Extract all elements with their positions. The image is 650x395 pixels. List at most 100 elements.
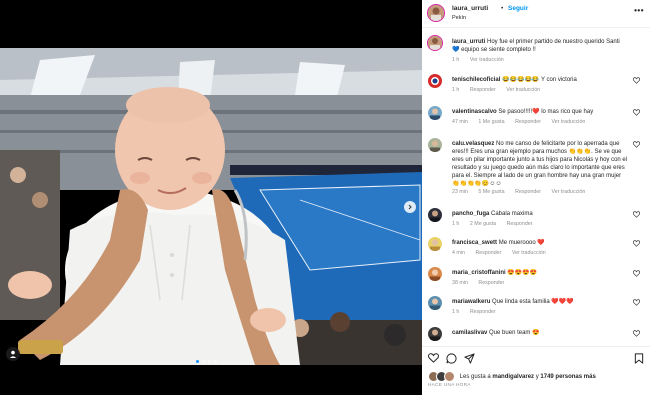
author-avatar[interactable]	[428, 36, 442, 50]
heart-icon[interactable]	[633, 109, 640, 116]
commenter-avatar[interactable]	[428, 208, 442, 222]
comment-meta: 1 h Responder	[452, 309, 505, 315]
reply-link[interactable]: Responder	[470, 309, 496, 315]
photo-scene	[0, 0, 422, 395]
see-translation-link[interactable]: Ver traducción	[552, 119, 586, 125]
comment-username[interactable]: camilaslivav	[452, 330, 487, 336]
carousel-next-button[interactable]	[404, 201, 416, 213]
comment-likes[interactable]: 1 Me gusta	[478, 119, 504, 125]
comment-time: 4 min	[452, 250, 465, 256]
comment-time: 38 min	[452, 280, 468, 286]
heart-icon[interactable]	[633, 141, 640, 148]
likes-others[interactable]: 1749 personas más	[540, 374, 595, 380]
carousel-dot	[208, 360, 211, 363]
heart-icon[interactable]	[633, 240, 640, 247]
comment-time: 1 h	[452, 87, 460, 93]
follow-button[interactable]: Seguir	[508, 5, 528, 12]
carousel-dot	[214, 360, 217, 363]
likes-conjunction: y	[535, 374, 539, 381]
reply-link[interactable]: Responder	[470, 87, 496, 93]
likes-prefix: Les gusta a	[459, 374, 491, 381]
commenter-avatar[interactable]	[428, 327, 442, 341]
caption-meta: 1 h Ver traducción	[452, 57, 513, 63]
likes-summary[interactable]: Les gusta a mandigalvarez y 1749 persona…	[428, 371, 596, 382]
separator-dot: •	[501, 5, 504, 12]
reply-link[interactable]: Responder	[475, 250, 501, 256]
caption-time: 1 h	[452, 57, 460, 63]
heart-icon[interactable]	[633, 330, 640, 337]
comment-body: Cabala maxima	[491, 211, 533, 217]
commenter-avatar[interactable]	[428, 106, 442, 120]
reply-link[interactable]: Responder	[515, 119, 541, 125]
comment-body: Se pasoo!!!!!❤️ lo mas rico que hay	[498, 109, 594, 115]
carousel-dot	[202, 360, 205, 363]
see-translation-link[interactable]: Ver traducción	[512, 250, 546, 256]
caption-username[interactable]: laura_urruti	[452, 39, 485, 45]
heart-icon[interactable]	[633, 211, 640, 218]
liker-username[interactable]: mandigalvarez	[492, 374, 534, 380]
comment-body: 😂😂😂😂😂 Y con victoria	[502, 77, 577, 83]
comment-body: 😍😍😍😍	[507, 270, 538, 276]
carousel-indicator	[196, 360, 217, 363]
see-translation-link[interactable]: Ver traducción	[506, 87, 540, 93]
commenter-avatar[interactable]	[428, 237, 442, 251]
comment-meta: 38 min Responder	[452, 280, 513, 286]
comment-body: Que linda esta familia ❤️❤️❤️	[492, 299, 574, 305]
comment-username[interactable]: maria_cristoffanini	[452, 270, 506, 276]
comment-username[interactable]: calu.velasquez	[452, 141, 494, 147]
comment-body: Que buen team 😍	[489, 330, 540, 336]
comment-time: 23 min	[452, 189, 468, 195]
heart-icon[interactable]	[428, 353, 439, 363]
comment-likes[interactable]: 2 Me gusta	[470, 221, 496, 227]
post-actions-bar	[422, 346, 650, 365]
more-options-icon[interactable]: •••	[634, 6, 644, 15]
post-location[interactable]: Pekín	[452, 15, 466, 21]
reply-link[interactable]: Responder	[515, 189, 541, 195]
comment-meta: 1 h Responder Ver traducción	[452, 87, 549, 93]
comment-likes[interactable]: 5 Me gusta	[478, 189, 504, 195]
see-translation-link[interactable]: Ver traducción	[552, 189, 586, 195]
reply-link[interactable]: Responder	[478, 280, 504, 286]
comment-text: calu.velasquez No me canso de felicitart…	[452, 140, 628, 188]
comment-time: 1 h	[452, 309, 460, 315]
comment-meta: 4 min Responder Ver traducción	[452, 250, 555, 256]
heart-icon[interactable]	[633, 270, 640, 277]
comment-meta: 47 min 1 Me gusta Responder Ver traducci…	[452, 119, 594, 125]
reply-link[interactable]: Responder	[507, 221, 533, 227]
comment-text: francisca_swett Me mueroooo ❤️	[452, 239, 628, 247]
heart-icon[interactable]	[633, 299, 640, 306]
comment-meta: 23 min 5 Me gusta Responder Ver traducci…	[452, 189, 594, 195]
comment-text: mariawalkeru Que linda esta familia ❤️❤️…	[452, 298, 628, 306]
comments-list[interactable]: laura_urruti Hoy fue el primer partido d…	[422, 30, 650, 345]
comment-username[interactable]: francisca_swett	[452, 240, 497, 246]
comment-body: Me mueroooo ❤️	[498, 240, 545, 246]
post-photo[interactable]	[0, 0, 422, 395]
caption-text: laura_urruti Hoy fue el primer partido d…	[452, 38, 628, 54]
comment-text: valentinascalvo Se pasoo!!!!!❤️ lo mas r…	[452, 108, 628, 116]
commenter-avatar[interactable]	[428, 296, 442, 310]
commenter-avatar[interactable]	[428, 267, 442, 281]
author-username[interactable]: laura_urruti	[452, 5, 488, 12]
commenter-avatar[interactable]	[428, 138, 442, 152]
chevron-right-icon	[408, 204, 412, 210]
comment-username[interactable]: valentinascalvo	[452, 109, 497, 115]
comment-username[interactable]: pancho_fuga	[452, 211, 489, 217]
comment-text: maria_cristoffanini 😍😍😍😍	[452, 269, 628, 277]
comment-icon[interactable]	[446, 353, 457, 364]
comment-body: No me canso de felicitarte por lo aperra…	[452, 141, 628, 187]
comment-meta: 1 h 2 Me gusta Responder	[452, 221, 541, 227]
bookmark-icon[interactable]	[634, 353, 644, 364]
author-avatar[interactable]	[428, 5, 444, 21]
tagged-user-icon[interactable]	[6, 347, 20, 361]
heart-icon[interactable]	[633, 77, 640, 84]
comment-time: 47 min	[452, 119, 468, 125]
comment-username[interactable]: tenischilecoficial	[452, 77, 500, 83]
post-header: laura_urruti • Seguir Pekín •••	[422, 0, 650, 28]
comment-username[interactable]: mariawalkeru	[452, 299, 490, 305]
see-translation-link[interactable]: Ver traducción	[470, 57, 504, 63]
carousel-dot	[196, 360, 199, 363]
commenter-avatar[interactable]	[428, 74, 442, 88]
comment-text: camilaslivav Que buen team 😍	[452, 329, 628, 337]
comment-text: pancho_fuga Cabala maxima	[452, 210, 628, 218]
paper-plane-icon[interactable]	[464, 353, 475, 364]
